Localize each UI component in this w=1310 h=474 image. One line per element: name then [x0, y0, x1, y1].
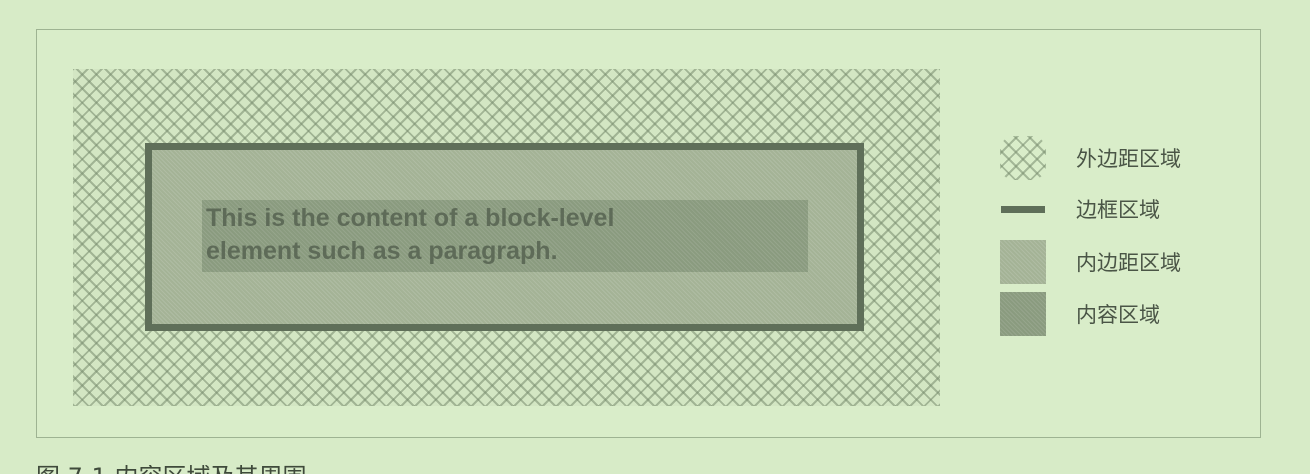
figure-caption: 图 7-1 内容区域及其周围 [36, 465, 306, 474]
legend-label-border: 边框区域 [1076, 198, 1160, 222]
dark-fill-icon [1000, 292, 1046, 336]
light-fill-icon [1000, 240, 1046, 284]
content-text: This is the content of a block-level ele… [206, 204, 615, 265]
border-bar [1001, 205, 1045, 213]
solid-bar-icon [1000, 187, 1046, 231]
crosshatch-pattern-icon [1000, 136, 1046, 180]
legend-item-border: 边框区域 [1000, 187, 1160, 231]
legend-label-padding: 内边距区域 [1076, 251, 1181, 275]
legend-item-margin: 外边距区域 [1000, 136, 1181, 180]
legend-label-content: 内容区域 [1076, 303, 1160, 327]
legend-label-margin: 外边距区域 [1076, 147, 1181, 171]
legend-item-content: 内容区域 [1000, 292, 1160, 336]
legend-item-padding: 内边距区域 [1000, 240, 1181, 284]
